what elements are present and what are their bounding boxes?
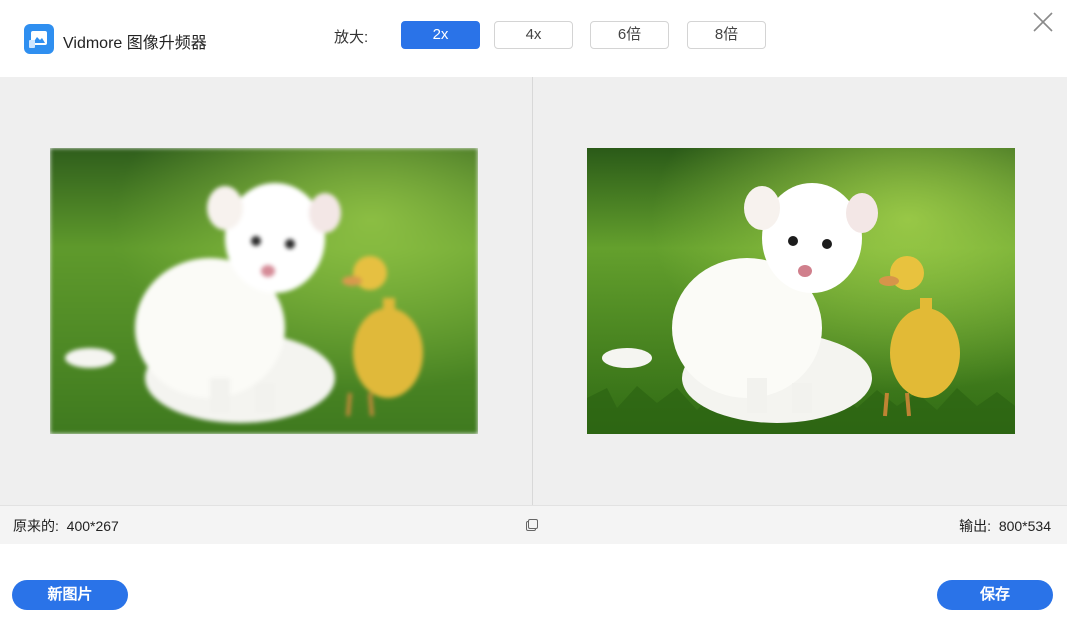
new-image-button[interactable]: 新图片	[12, 580, 128, 610]
original-image	[50, 148, 478, 434]
original-size-label: 原来的:	[13, 518, 59, 534]
save-button[interactable]: 保存	[937, 580, 1053, 610]
upscaled-image	[587, 148, 1015, 434]
output-size-value: 800*534	[998, 518, 1051, 534]
close-icon[interactable]	[1032, 11, 1054, 33]
original-size-value: 400*267	[66, 518, 119, 534]
app-title: Vidmore 图像升频器	[63, 35, 207, 52]
app-logo-icon	[24, 24, 54, 54]
preview-area	[0, 77, 1067, 505]
zoom-6x-button[interactable]: 6倍	[590, 21, 669, 49]
zoom-8x-button[interactable]: 8倍	[687, 21, 766, 49]
zoom-4x-button[interactable]: 4x	[494, 21, 573, 49]
output-size-info: 输出: 800*534	[959, 516, 1051, 536]
size-info-bar: 原来的: 400*267 输出: 800*534	[0, 505, 1067, 544]
zoom-label: 放大:	[334, 29, 369, 46]
compare-toggle-icon[interactable]	[525, 518, 539, 532]
output-size-label: 输出:	[959, 518, 992, 534]
viewer-divider	[532, 77, 533, 505]
original-size-info: 原来的: 400*267	[13, 516, 119, 536]
zoom-2x-button[interactable]: 2x	[401, 21, 480, 49]
header-bar: Vidmore 图像升频器 放大: 2x 4x 6倍 8倍	[0, 0, 1067, 77]
